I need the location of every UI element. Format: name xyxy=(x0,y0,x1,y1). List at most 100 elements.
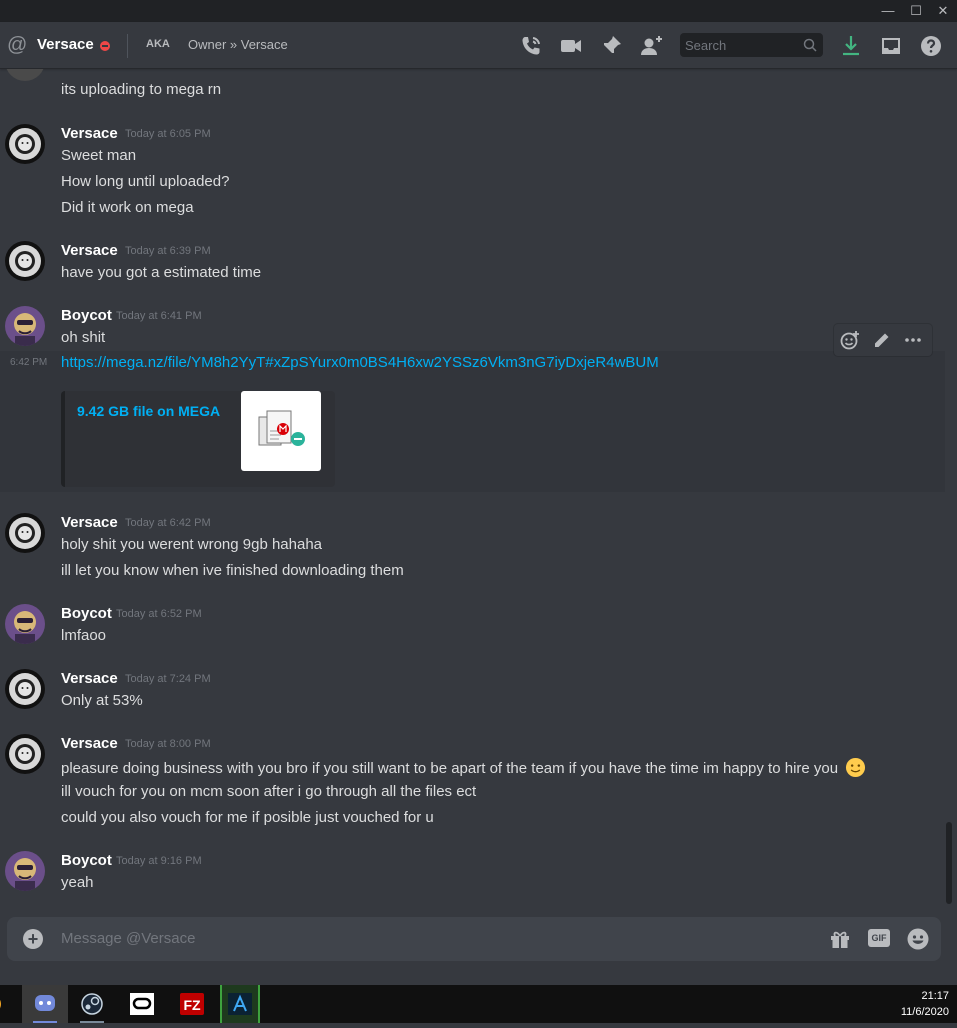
system-clock[interactable]: 21:17 11/6/2020 xyxy=(901,988,949,1020)
message-text: holy shit you werent wrong 9gb hahaha xyxy=(61,536,323,553)
maximize-button[interactable]: ☐ xyxy=(905,2,927,20)
avatar-versace[interactable] xyxy=(5,124,45,164)
add-reaction-icon[interactable] xyxy=(840,330,860,350)
message-timestamp: Today at 6:41 PM xyxy=(116,310,202,322)
message-timestamp: Today at 9:16 PM xyxy=(116,855,202,867)
embed-thumbnail[interactable] xyxy=(241,391,321,471)
clock-time: 21:17 xyxy=(921,990,949,1002)
channel-header: @ Versace AKA Owner » Versace Search xyxy=(0,22,957,69)
dnd-status-icon xyxy=(100,41,110,51)
aka-label: AKA xyxy=(146,38,170,50)
embed-title[interactable]: 9.42 GB file on MEGA xyxy=(77,403,220,419)
messages-list: its uploading to mega rn Versace Today a… xyxy=(0,69,957,917)
taskbar-steam[interactable] xyxy=(72,985,112,1023)
message-author[interactable]: Boycot xyxy=(61,852,112,869)
emoji-picker-icon[interactable] xyxy=(906,927,930,951)
minimize-button[interactable]: — xyxy=(877,2,899,20)
download-icon[interactable] xyxy=(839,34,863,58)
close-window-button[interactable]: ✕ xyxy=(932,2,954,20)
message-author[interactable]: Versace xyxy=(61,670,118,687)
message-input-placeholder[interactable]: Message @Versace xyxy=(61,930,195,947)
search-input[interactable]: Search xyxy=(680,33,823,57)
search-icon xyxy=(803,38,817,52)
message-author[interactable]: Boycot xyxy=(61,307,112,324)
cartoon-avatar-icon xyxy=(5,604,45,644)
compact-timestamp: 6:42 PM xyxy=(10,357,48,368)
oculus-icon xyxy=(130,993,154,1015)
avatar-boycot[interactable] xyxy=(5,306,45,346)
avatar-versace[interactable] xyxy=(5,241,45,281)
message-author[interactable]: Versace xyxy=(61,242,118,259)
os-taskbar: FZ 21:17 11/6/2020 xyxy=(0,985,957,1023)
avatar-boycot[interactable] xyxy=(5,604,45,644)
dm-recipient-name[interactable]: Versace xyxy=(37,36,94,53)
aka-names: Owner » Versace xyxy=(188,37,288,52)
message-text: could you also vouch for me if posible j… xyxy=(61,809,434,826)
svg-text:FZ: FZ xyxy=(183,997,201,1013)
edit-icon[interactable] xyxy=(873,331,891,349)
message-composer[interactable]: + Message @Versace GIF xyxy=(7,917,941,961)
message-timestamp: Today at 6:52 PM xyxy=(116,608,202,620)
search-placeholder: Search xyxy=(685,38,727,53)
message-timestamp: Today at 6:42 PM xyxy=(125,517,211,529)
slightly-smiling-face-emoji-icon xyxy=(846,757,866,778)
message-text: lmfaoo xyxy=(61,627,107,644)
taskbar-browser[interactable] xyxy=(0,985,10,1023)
avatar-versace[interactable] xyxy=(5,513,45,553)
message-author[interactable]: Versace xyxy=(61,514,118,531)
medusa-avatar-icon xyxy=(5,241,45,281)
scrollbar-track[interactable] xyxy=(945,69,953,917)
add-friend-to-dm-icon[interactable] xyxy=(639,34,663,58)
taskbar-app[interactable] xyxy=(220,985,260,1023)
message-text: its uploading to mega rn xyxy=(61,81,222,98)
steam-icon xyxy=(80,993,104,1023)
message-link[interactable]: https://mega.nz/file/YM8h2YyT#xZpSYurx0m… xyxy=(61,354,659,371)
message-text: Did it work on mega xyxy=(61,199,194,216)
message-timestamp: Today at 6:39 PM xyxy=(125,245,211,257)
help-icon[interactable] xyxy=(919,34,943,58)
message-text-content: pleasure doing business with you bro if … xyxy=(61,760,839,777)
inbox-icon[interactable] xyxy=(879,34,903,58)
gif-picker-button[interactable]: GIF xyxy=(868,929,890,947)
app-icon xyxy=(220,985,260,1023)
message-author[interactable]: Boycot xyxy=(61,605,112,622)
message-author[interactable]: Versace xyxy=(61,735,118,752)
video-call-icon[interactable] xyxy=(559,34,583,58)
message-timestamp: Today at 7:24 PM xyxy=(125,673,211,685)
avatar-versace[interactable] xyxy=(5,669,45,709)
avatar[interactable] xyxy=(5,69,45,81)
header-divider xyxy=(127,34,128,58)
discord-icon xyxy=(33,995,57,1023)
taskbar-oculus[interactable] xyxy=(122,985,162,1023)
gift-icon[interactable] xyxy=(829,928,851,950)
more-options-icon[interactable] xyxy=(904,331,922,349)
message-text: pleasure doing business with you bro if … xyxy=(61,757,866,778)
message-author[interactable]: Versace xyxy=(61,125,118,142)
message-text: ill vouch for you on mcm soon after i go… xyxy=(61,783,477,800)
message-text: oh shit xyxy=(61,329,106,346)
message-timestamp: Today at 6:05 PM xyxy=(125,128,211,140)
avatar-versace[interactable] xyxy=(5,734,45,774)
message-text: Sweet man xyxy=(61,147,137,164)
taskbar-filezilla[interactable]: FZ xyxy=(172,985,212,1023)
pin-icon[interactable] xyxy=(599,34,623,58)
cartoon-avatar-icon xyxy=(5,851,45,891)
taskbar-discord[interactable] xyxy=(22,985,68,1023)
scrollbar-thumb[interactable] xyxy=(946,822,952,904)
message-text: have you got a estimated time xyxy=(61,264,262,281)
message-text: ill let you know when ive finished downl… xyxy=(61,562,404,579)
message-text: How long until uploaded? xyxy=(61,173,230,190)
medusa-avatar-icon xyxy=(5,734,45,774)
avatar-boycot[interactable] xyxy=(5,851,45,891)
clock-date: 11/6/2020 xyxy=(900,1006,949,1018)
upload-plus-icon[interactable]: + xyxy=(23,929,43,949)
at-icon: @ xyxy=(7,34,28,56)
mega-file-icon xyxy=(258,410,305,446)
message-timestamp: Today at 8:00 PM xyxy=(125,738,211,750)
message-text: yeah xyxy=(61,874,94,891)
window-titlebar: — ☐ ✕ xyxy=(0,0,957,22)
voice-call-icon[interactable] xyxy=(519,34,543,58)
cartoon-avatar-icon xyxy=(5,306,45,346)
filezilla-icon: FZ xyxy=(180,993,204,1015)
message-text: Only at 53% xyxy=(61,692,143,709)
